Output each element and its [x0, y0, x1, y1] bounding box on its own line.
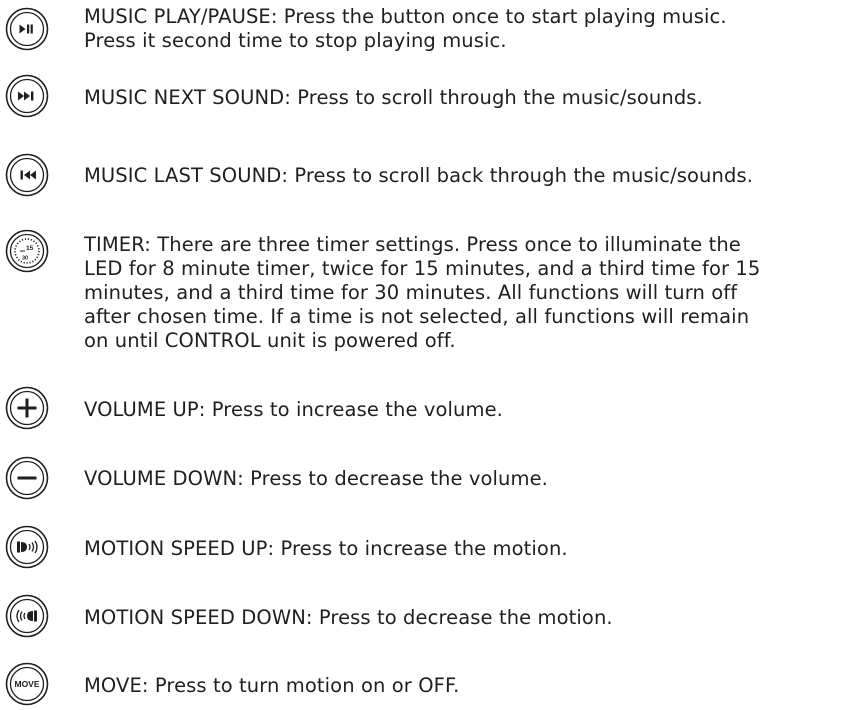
play-pause-icon — [5, 7, 49, 51]
move-icon-label: MOVE — [14, 679, 39, 689]
timer-icon: 15 30 — [5, 229, 49, 273]
timer-icon-label-30: 30 — [22, 256, 28, 262]
item-line: VOLUME UP: Press to increase the volume. — [84, 398, 503, 421]
item-line: MUSIC NEXT SOUND: Press to scroll throug… — [84, 86, 703, 109]
item-line: minutes, and a third time for 30 minutes… — [84, 281, 738, 304]
item-line: MUSIC PLAY/PAUSE: Press the button once … — [84, 5, 727, 28]
item-line: MOTION SPEED UP: Press to increase the m… — [84, 537, 568, 560]
timer-icon-label-15: 15 — [26, 245, 34, 252]
plus-icon — [5, 386, 49, 430]
item-line: after chosen time. If a time is not sele… — [84, 305, 750, 328]
item-line: Press it second time to stop playing mus… — [84, 29, 507, 52]
move-icon: MOVE — [5, 662, 49, 706]
previous-track-icon — [5, 153, 49, 197]
next-track-icon — [5, 74, 49, 118]
motion-speed-up-icon — [5, 525, 49, 569]
motion-speed-down-icon — [5, 594, 49, 638]
item-line: on until CONTROL unit is powered off. — [84, 329, 456, 352]
item-line: MOTION SPEED DOWN: Press to decrease the… — [84, 606, 613, 629]
item-line: VOLUME DOWN: Press to decrease the volum… — [84, 467, 548, 490]
item-line: MOVE: Press to turn motion on or OFF. — [84, 674, 460, 697]
item-line: TIMER: There are three timer settings. P… — [84, 233, 741, 256]
item-line: LED for 8 minute timer, twice for 15 min… — [84, 257, 761, 280]
minus-icon — [5, 456, 49, 500]
item-line: MUSIC LAST SOUND: Press to scroll back t… — [84, 164, 753, 187]
